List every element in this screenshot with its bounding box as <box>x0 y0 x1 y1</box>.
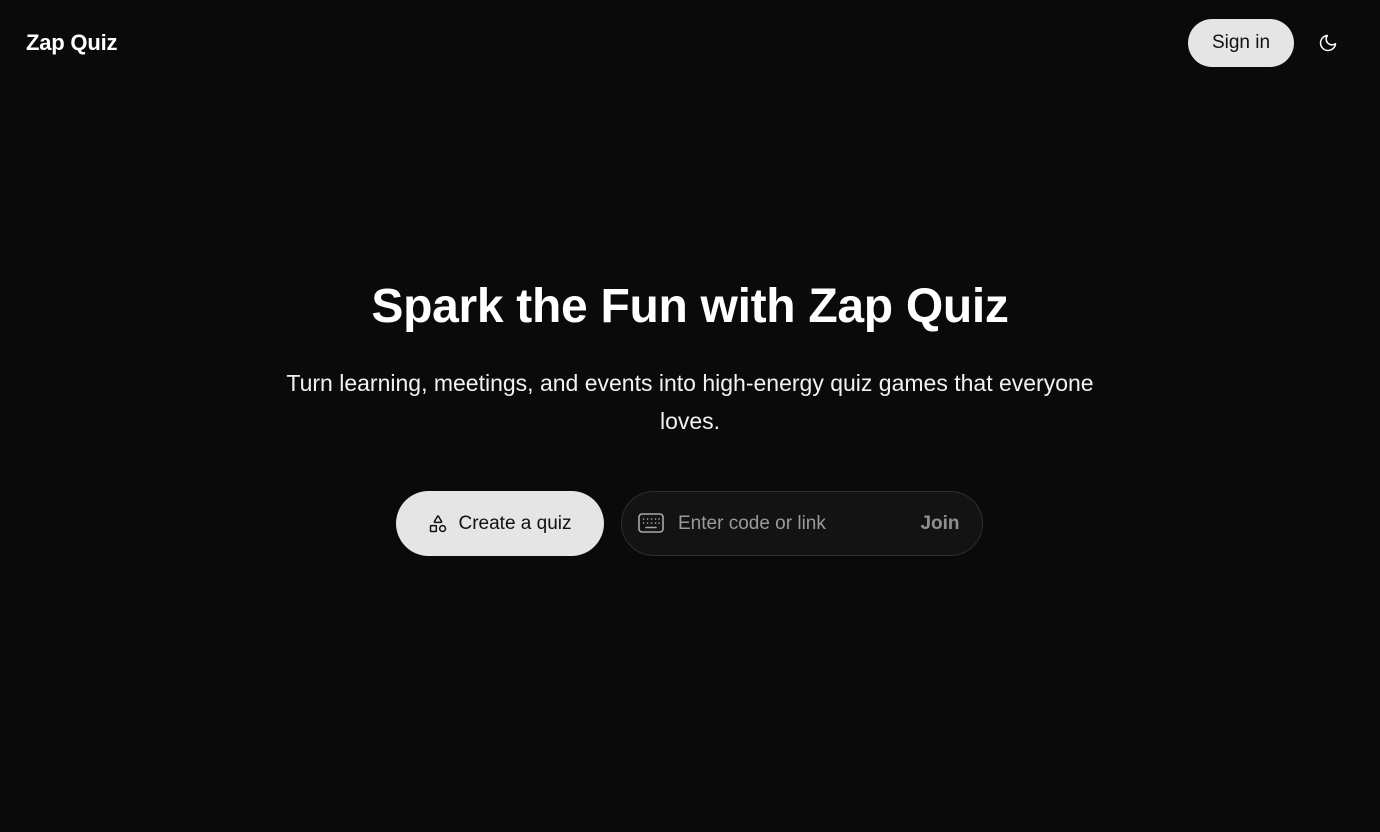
hero-section: Spark the Fun with Zap Quiz Turn learnin… <box>0 276 1380 440</box>
sign-in-button[interactable]: Sign in <box>1188 19 1294 67</box>
join-button[interactable]: Join <box>908 506 972 542</box>
join-code-input[interactable] <box>676 506 900 542</box>
theme-toggle-button[interactable] <box>1314 29 1342 57</box>
create-quiz-label: Create a quiz <box>458 512 572 534</box>
brand-logo[interactable]: Zap Quiz <box>26 29 117 57</box>
create-quiz-button[interactable]: Create a quiz <box>396 491 604 556</box>
shapes-icon <box>430 514 447 532</box>
keyboard-icon <box>638 513 664 533</box>
hero-headline: Spark the Fun with Zap Quiz <box>371 280 1009 333</box>
page: Zap Quiz Sign in Spark the Fun with Zap … <box>0 0 1380 832</box>
top-bar: Zap Quiz Sign in <box>0 0 1380 86</box>
join-code-box: Join <box>621 491 983 556</box>
hero-subline: Turn learning, meetings, and events into… <box>286 370 1094 434</box>
hero-actions: Create a quiz Join <box>396 491 983 556</box>
moon-icon <box>1319 34 1337 52</box>
